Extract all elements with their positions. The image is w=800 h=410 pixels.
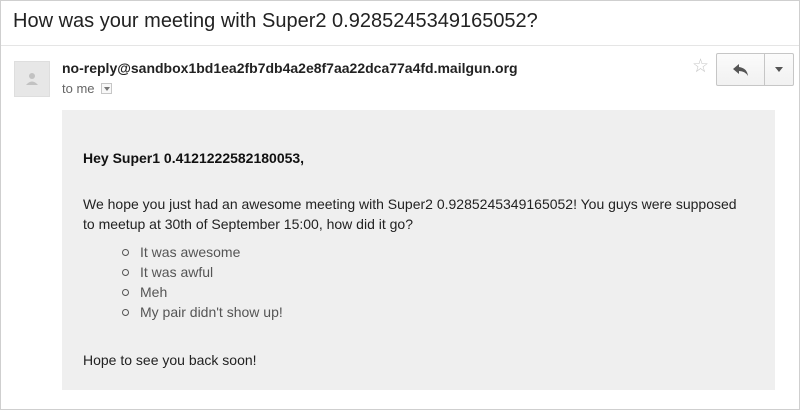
feedback-option-label: Meh xyxy=(140,284,168,300)
reply-button[interactable] xyxy=(717,54,765,85)
feedback-option-awesome[interactable]: It was awesome xyxy=(120,242,283,262)
message-body: Hey Super1 0.4121222582180053, We hope y… xyxy=(62,110,775,390)
message-paragraph: We hope you just had an awesome meeting … xyxy=(83,196,737,232)
feedback-option-label: My pair didn't show up! xyxy=(140,304,283,320)
feedback-option-meh[interactable]: Meh xyxy=(120,282,283,302)
reply-button-group xyxy=(716,53,794,86)
feedback-option-label: It was awful xyxy=(140,264,214,280)
star-outline-icon[interactable]: ☆ xyxy=(692,57,709,76)
header-divider xyxy=(1,45,799,46)
bullet-icon xyxy=(122,269,129,276)
email-view: How was your meeting with Super2 0.92852… xyxy=(0,0,800,410)
closing-line: Hope to see you back soon! xyxy=(83,352,257,368)
feedback-options: It was awesome It was awful Meh My pair … xyxy=(120,242,283,322)
caret-down-icon[interactable] xyxy=(100,83,112,94)
feedback-option-label: It was awesome xyxy=(140,244,241,260)
recipient-label: to me xyxy=(62,81,95,96)
recipient-line: to me xyxy=(62,81,112,96)
reply-arrow-icon xyxy=(732,63,748,76)
greeting: Hey Super1 0.4121222582180053, xyxy=(83,150,305,166)
feedback-option-no-show[interactable]: My pair didn't show up! xyxy=(120,302,283,322)
person-silhouette-icon xyxy=(26,73,38,85)
sender-avatar[interactable] xyxy=(14,61,50,97)
more-actions-button[interactable] xyxy=(765,54,793,85)
sender-address[interactable]: no-reply@sandbox1bd1ea2fb7db4a2e8f7aa22d… xyxy=(62,60,518,76)
bullet-icon xyxy=(122,249,129,256)
email-subject: How was your meeting with Super2 0.92852… xyxy=(13,10,538,32)
bullet-icon xyxy=(122,309,129,316)
feedback-option-awful[interactable]: It was awful xyxy=(120,262,283,282)
bullet-icon xyxy=(122,289,129,296)
